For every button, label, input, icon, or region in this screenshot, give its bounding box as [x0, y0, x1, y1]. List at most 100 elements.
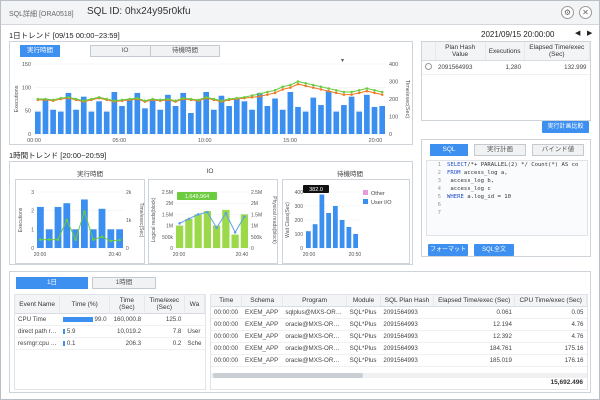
session-cell: 00:00:00 [211, 318, 242, 331]
line-point [105, 97, 108, 101]
wait-tooltip-text: 382.0 [309, 187, 323, 193]
bar [185, 218, 193, 248]
legend-label-userio: User I/O [371, 200, 392, 206]
y-axis-label: Wait Class(Sec) [285, 202, 291, 238]
line-point [83, 210, 86, 213]
line-point [56, 238, 60, 241]
session-cell: 00:00:00 [211, 330, 242, 343]
table-row[interactable]: 00:00:00 EXEM_APP oracle@MXS-OR… SQL*Plus 20… [211, 318, 587, 331]
line-point [243, 215, 246, 218]
close-icon[interactable]: ✕ [579, 6, 592, 19]
event-cell [184, 313, 205, 326]
bar [346, 227, 352, 248]
line-point [220, 99, 223, 103]
session-cell: 2091564993 [380, 342, 434, 355]
line-point [304, 81, 307, 85]
sql-line: 5 WHERE a.log_id = 10 [427, 193, 587, 201]
line-point [187, 217, 191, 221]
event-table-frame: Event Name Time (%) Time (Sec) Time/exec… [14, 294, 206, 390]
y-tick-label: 400 [295, 190, 304, 196]
x-tick-label: 10:00 [198, 138, 212, 144]
mini-title-wait: 待機時間 [337, 171, 363, 178]
tab-exec-plan[interactable]: 実行計画 [474, 144, 526, 156]
event-cell: 206.3 [109, 337, 145, 350]
tab-sql[interactable]: SQL [430, 144, 468, 156]
tab-1hour[interactable]: 1時間 [92, 277, 156, 289]
table-row[interactable]: direct path r… 5.9 10,019.2 7.8 User [15, 325, 205, 338]
line-point [82, 99, 86, 103]
plan-hash-cell: 2091564993 [435, 60, 486, 75]
line-point [51, 98, 55, 102]
prev-arrow-icon[interactable]: ◀ [575, 29, 580, 37]
line-point [273, 91, 277, 95]
session-cell: 0.05 [514, 306, 587, 319]
y2-tick-label: 300 [389, 80, 398, 86]
session-cell: EXEM_APP [241, 354, 283, 367]
y2-tick-label: 1M [251, 224, 258, 230]
table-row[interactable]: 00:00:00 EXEM_APP oracle@MXS-OR… SQL*Plus 20… [211, 330, 587, 343]
settings-icon[interactable]: ⚙ [561, 6, 574, 19]
session-cell: 2091564993 [380, 318, 434, 331]
line-point [327, 87, 330, 90]
table-row[interactable]: resmgr:cpu … 0.1 206.3 0.2 Sche [15, 337, 205, 350]
session-col-header: Schema [241, 295, 283, 307]
bar [318, 105, 324, 134]
bar [50, 109, 56, 134]
table-row[interactable]: 2091564993 1,280 132.999 [422, 60, 590, 75]
sql-text: a.log_id = 10 [463, 194, 511, 200]
session-cell: 4.76 [514, 318, 587, 331]
y-tick-label: 200 [295, 218, 304, 224]
hourly-trend-label: 1時間トレンド [20:00~20:59] [9, 151, 107, 160]
line-point [266, 90, 269, 94]
y-axis-label: Executions [14, 85, 20, 112]
session-cell: oracle@MXS-OR… [282, 342, 347, 355]
line-point [136, 96, 139, 100]
executions-header: Executions [485, 42, 525, 61]
plan-compare-button[interactable]: 実行計画比較 [542, 121, 589, 133]
session-cell: sqlplus@MXS-OR… [282, 306, 347, 319]
session-cell: oracle@MXS-OR… [282, 318, 347, 331]
bar [35, 111, 41, 134]
session-cell: 2091564993 [380, 354, 434, 367]
x-tick-label: 00:00 [27, 138, 41, 144]
line-point [373, 91, 376, 95]
line-point [215, 226, 218, 230]
sql-editor[interactable]: 1 SELECT/*+ PARALLEL(2) */ Count(*) AS co… [426, 160, 588, 236]
tab-bind-values[interactable]: バインド値 [532, 144, 584, 156]
line-point [289, 83, 292, 87]
line-point [90, 97, 93, 101]
y2-tick-label: 2k [126, 190, 132, 196]
sql-fulltext-button[interactable]: SQL全文 [474, 244, 514, 256]
line-point [91, 238, 95, 241]
total-value: 15,692.496 [550, 379, 583, 386]
legend-swatch-userio [363, 199, 368, 204]
table-row[interactable]: 00:00:00 EXEM_APP sqlplus@MXS-OR… SQL*Plus 2… [211, 306, 587, 319]
table-row[interactable]: 00:00:00 EXEM_APP oracle@MXS-OR… SQL*Plus 20… [211, 342, 587, 355]
sql-text: access_log c [447, 186, 491, 192]
y-tick-label: 1.5M [162, 212, 173, 218]
y-tick-label: 2 [31, 209, 34, 215]
line-point [143, 99, 147, 103]
line-point [289, 86, 292, 89]
horizontal-scrollbar[interactable] [211, 373, 587, 378]
line-point [120, 98, 124, 102]
table-row[interactable]: CPU Time 99.0 160,000.8 125.0 [15, 313, 205, 326]
session-cell: 00:00:00 [211, 306, 242, 319]
sql-panel: SQL 実行計画 バインド値 1 SELECT/*+ PARALLEL(2) */… [421, 139, 591, 257]
y2-tick-label: 500k [251, 235, 262, 241]
table-row[interactable]: 00:00:00 EXEM_APP oracle@MXS-OR… SQL*Plus 20… [211, 354, 587, 367]
bar [312, 224, 318, 248]
y-tick-label: 3 [31, 190, 34, 196]
mini-title-exec: 実行時間 [77, 171, 103, 178]
line-point [342, 90, 346, 94]
line-point [296, 80, 300, 83]
line-point [258, 95, 262, 98]
col-time-exec: Time/exec (Sec) [144, 295, 185, 314]
line-point [47, 238, 51, 241]
next-arrow-icon[interactable]: ▶ [587, 29, 592, 37]
tab-1day[interactable]: 1日 [16, 277, 88, 289]
y2-tick-label: 1.5M [251, 212, 262, 218]
radio-button[interactable] [425, 63, 432, 70]
format-button[interactable]: フォーマット [428, 244, 468, 256]
session-cell: 4.76 [514, 330, 587, 343]
